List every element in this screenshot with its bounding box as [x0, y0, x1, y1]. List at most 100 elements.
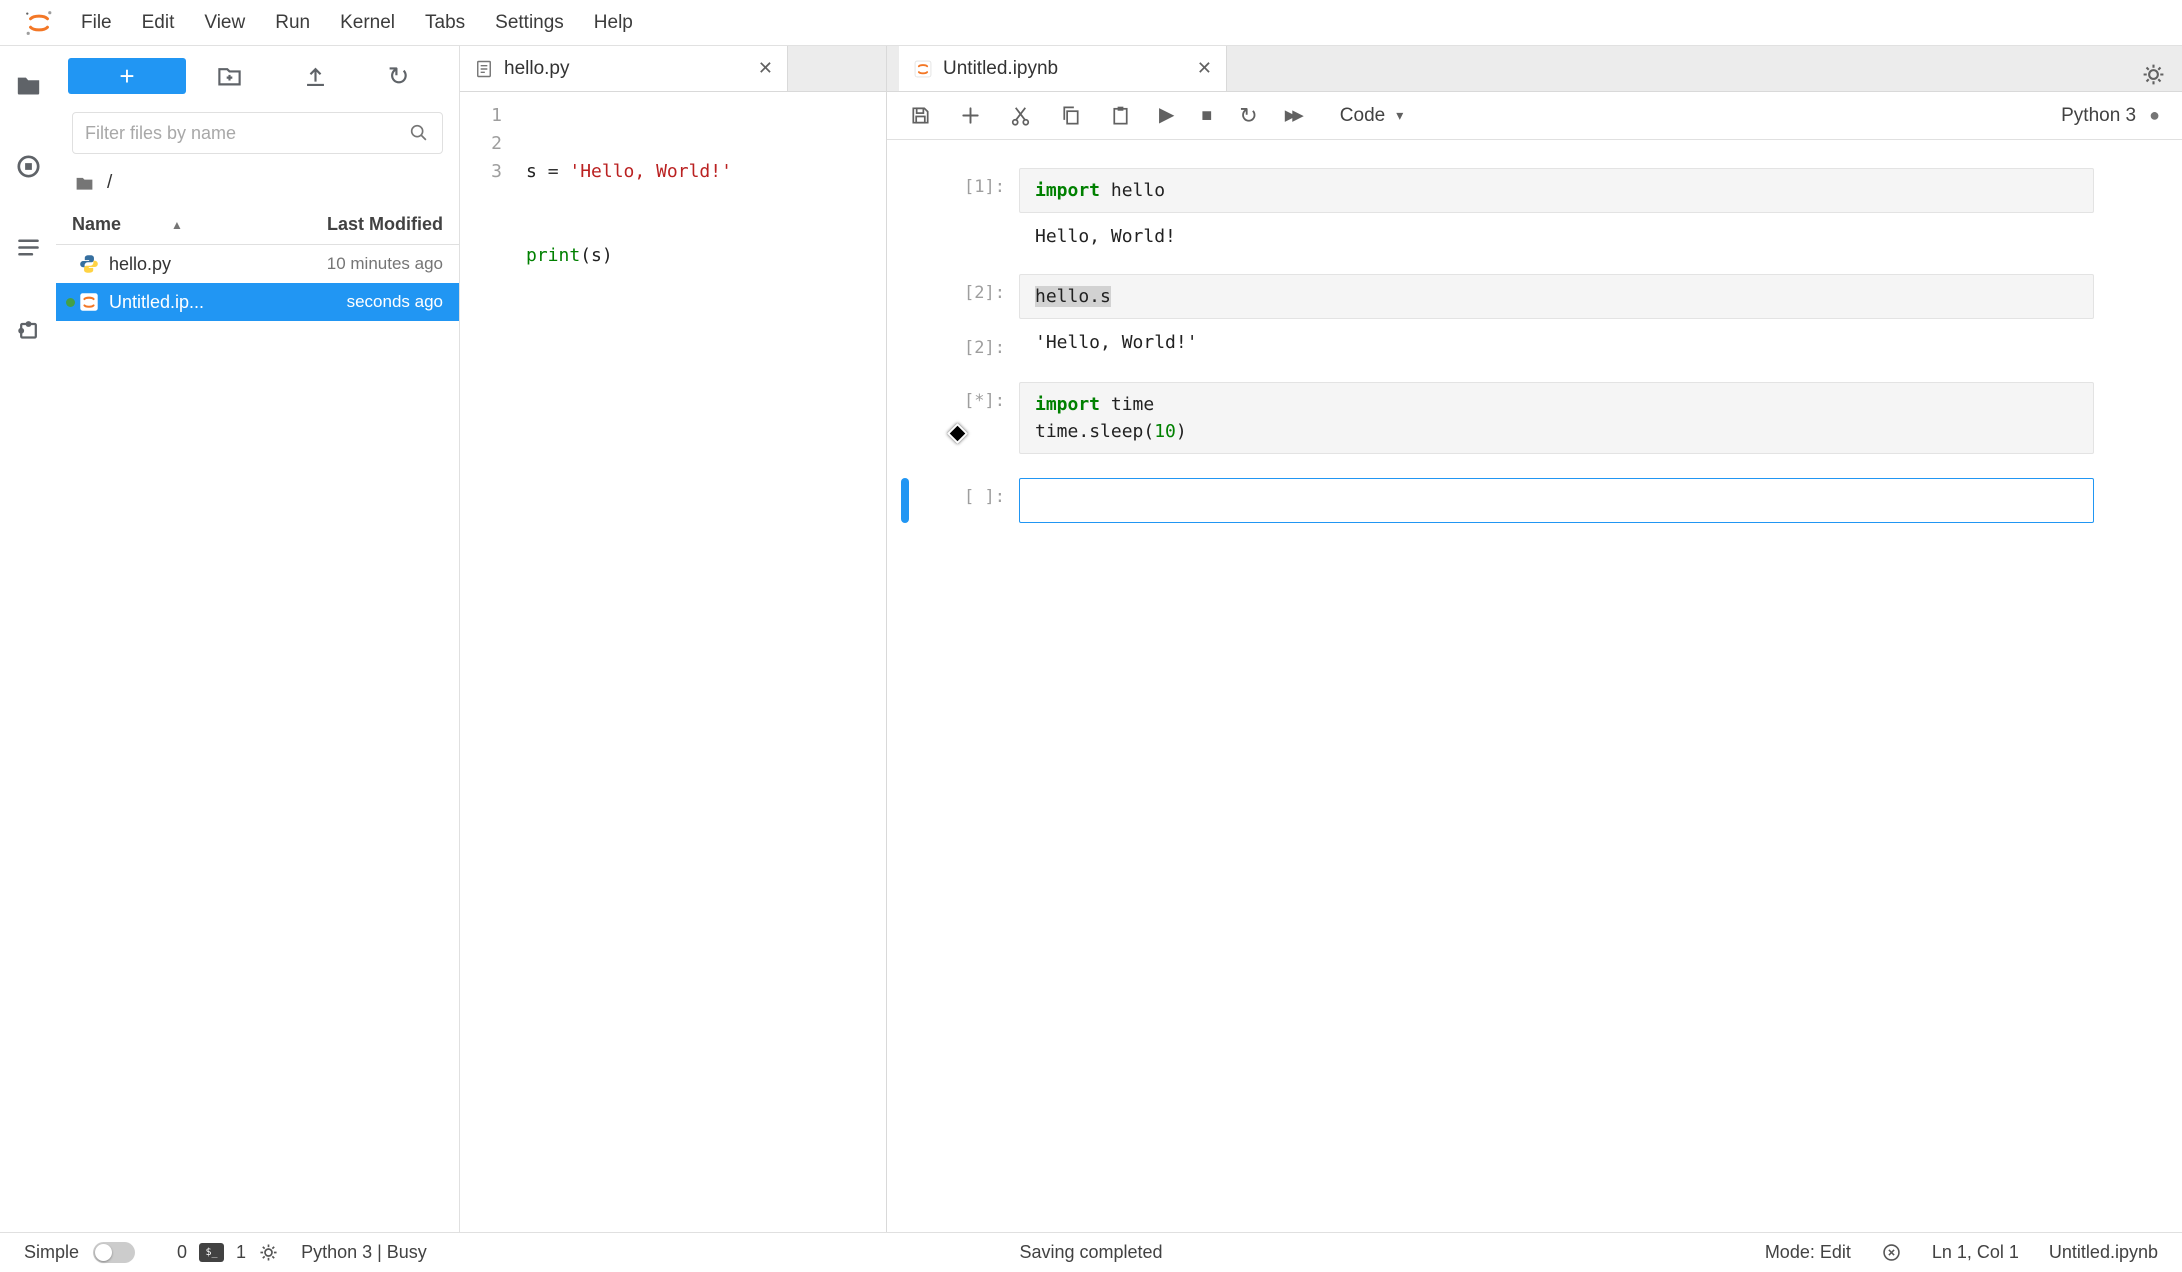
close-tab-icon[interactable]: ✕: [758, 58, 773, 79]
kernel-sessions-icon: [258, 1242, 279, 1263]
code-editor[interactable]: 1 2 3 s = 'Hello, World!' print(s): [460, 92, 886, 1232]
menu-view[interactable]: View: [189, 12, 260, 34]
line-number: 1: [460, 102, 502, 130]
input-prompt: [*]:: [909, 382, 1019, 454]
save-icon[interactable]: [909, 104, 932, 127]
menu-edit[interactable]: Edit: [127, 12, 190, 34]
breadcrumb: /: [56, 160, 459, 206]
status-bar-left: Simple 0 $_ 1 Python 3 | Busy: [24, 1242, 427, 1263]
notebook-cell-1: [1]: import hello Hello, World!: [887, 168, 2182, 250]
menu-run[interactable]: Run: [260, 12, 325, 34]
line-number-gutter: 1 2 3: [460, 92, 516, 1232]
filter-files-input[interactable]: [85, 123, 408, 144]
stop-kernel-icon[interactable]: ■: [1201, 104, 1212, 127]
cell-input[interactable]: import hello: [1019, 168, 2094, 213]
notebook-cells: [1]: import hello Hello, World! [2]: hel…: [887, 140, 2182, 1232]
menu-kernel[interactable]: Kernel: [325, 12, 410, 34]
file-row-hello-py[interactable]: hello.py 10 minutes ago: [56, 245, 459, 283]
status-bar: Simple 0 $_ 1 Python 3 | Busy Saving com…: [0, 1232, 2182, 1272]
notebook-cell-2: [2]: hello.s [2]: 'Hello, World!': [887, 274, 2182, 358]
upload-icon[interactable]: [302, 63, 329, 90]
notebook-file-icon: [78, 291, 100, 313]
editor-code-area[interactable]: s = 'Hello, World!' print(s): [516, 92, 732, 1232]
copy-cell-icon[interactable]: [1059, 104, 1082, 127]
search-icon: [408, 122, 430, 144]
cell-type-value: Code: [1340, 105, 1385, 127]
output-collapser[interactable]: [901, 329, 909, 358]
file-browser-icon[interactable]: [15, 72, 42, 99]
tab-hello-py[interactable]: hello.py ✕: [460, 46, 788, 91]
cell-collapser[interactable]: [901, 274, 909, 319]
file-last-modified: seconds ago: [347, 292, 443, 312]
notebook-tab-bar: Untitled.ipynb ✕: [887, 46, 2182, 92]
jupyter-logo-icon: [22, 8, 56, 38]
new-launcher-button[interactable]: +: [68, 58, 186, 94]
add-cell-icon[interactable]: [959, 104, 982, 127]
notebook-cell-4: [ ]:: [887, 478, 2182, 523]
cell-collapser[interactable]: [901, 168, 909, 213]
status-message: Saving completed: [1019, 1242, 1162, 1263]
code-line-1: s = 'Hello, World!': [526, 158, 732, 186]
cell-input[interactable]: hello.s: [1019, 274, 2094, 319]
extension-manager-icon[interactable]: [15, 315, 42, 342]
kernel-busy-indicator-icon: ●: [2149, 105, 2160, 126]
cut-cell-icon[interactable]: [1009, 104, 1032, 127]
cell-output: 'Hello, World!': [1019, 329, 2094, 358]
run-cell-icon[interactable]: ▶: [1159, 104, 1174, 127]
code-line-2: print(s): [526, 242, 732, 270]
kernel-name: Python 3: [2061, 105, 2136, 127]
code-line: time.sleep(10): [1035, 418, 2078, 445]
breadcrumb-root[interactable]: /: [107, 172, 112, 194]
menu-help[interactable]: Help: [579, 12, 648, 34]
status-circle-icon[interactable]: [1881, 1242, 1902, 1263]
menu-settings[interactable]: Settings: [480, 12, 579, 34]
cell-input[interactable]: import timetime.sleep(10): [1019, 382, 2094, 454]
running-kernels-icon[interactable]: [15, 153, 42, 180]
selected-text: hello.s: [1035, 286, 1111, 307]
paste-cell-icon[interactable]: [1109, 104, 1132, 127]
activity-bar: [0, 46, 56, 1232]
close-tab-icon[interactable]: ✕: [1197, 58, 1212, 79]
active-cell-collapser[interactable]: [901, 478, 909, 523]
run-indicator-slot: [62, 298, 78, 307]
menu-file[interactable]: File: [66, 12, 127, 34]
cursor-position[interactable]: Ln 1, Col 1: [1932, 1242, 2019, 1263]
active-cell-input[interactable]: [1019, 478, 2094, 523]
input-prompt: [2]:: [909, 274, 1019, 319]
menu-tabs[interactable]: Tabs: [410, 12, 480, 34]
output-collapser[interactable]: [901, 223, 909, 250]
kernels-count: 1: [236, 1242, 246, 1263]
cell-type-dropdown[interactable]: Code ▾: [1340, 105, 1403, 127]
file-row-untitled-ipynb[interactable]: Untitled.ip... seconds ago: [56, 283, 459, 321]
refresh-icon[interactable]: ↻: [388, 63, 410, 90]
restart-kernel-icon[interactable]: ↻: [1239, 104, 1257, 127]
input-prompt: [ ]:: [909, 478, 1019, 523]
file-name: hello.py: [109, 254, 327, 275]
home-folder-icon[interactable]: [74, 173, 95, 194]
output-prompt: [2]:: [909, 329, 1019, 358]
notebook-toolbar: ▶ ■ ↻ ▶▶ Code ▾ Python 3 ●: [887, 92, 2182, 140]
terminal-icon: $_: [199, 1243, 224, 1262]
column-last-modified[interactable]: Last Modified: [327, 214, 443, 235]
tab-title: hello.py: [504, 58, 748, 80]
cell-collapser[interactable]: [901, 382, 909, 454]
new-folder-icon[interactable]: [216, 63, 243, 90]
restart-run-all-icon[interactable]: ▶▶: [1285, 104, 1305, 127]
notebook-panel: Untitled.ipynb ✕: [887, 46, 2182, 1232]
filter-files-box: [72, 112, 443, 154]
code-line: import time: [1035, 391, 2078, 418]
table-of-contents-icon[interactable]: [15, 234, 42, 261]
column-name[interactable]: Name ▲: [72, 214, 183, 235]
simple-mode-toggle[interactable]: [93, 1242, 135, 1263]
status-bar-right: Mode: Edit Ln 1, Col 1 Untitled.ipynb: [1765, 1242, 2158, 1263]
input-prompt: [1]:: [909, 168, 1019, 213]
simple-mode-label: Simple: [24, 1242, 79, 1263]
settings-gear-icon[interactable]: [2141, 62, 2166, 87]
kernel-status-text[interactable]: Python 3 | Busy: [301, 1242, 427, 1263]
file-last-modified: 10 minutes ago: [327, 254, 443, 274]
notebook-file-icon: [913, 59, 933, 79]
kernel-selector[interactable]: Python 3 ●: [2061, 105, 2160, 127]
tab-untitled-ipynb[interactable]: Untitled.ipynb ✕: [899, 46, 1227, 91]
python-file-icon: [78, 253, 100, 275]
file-browser-toolbar: + ↻: [56, 46, 459, 102]
